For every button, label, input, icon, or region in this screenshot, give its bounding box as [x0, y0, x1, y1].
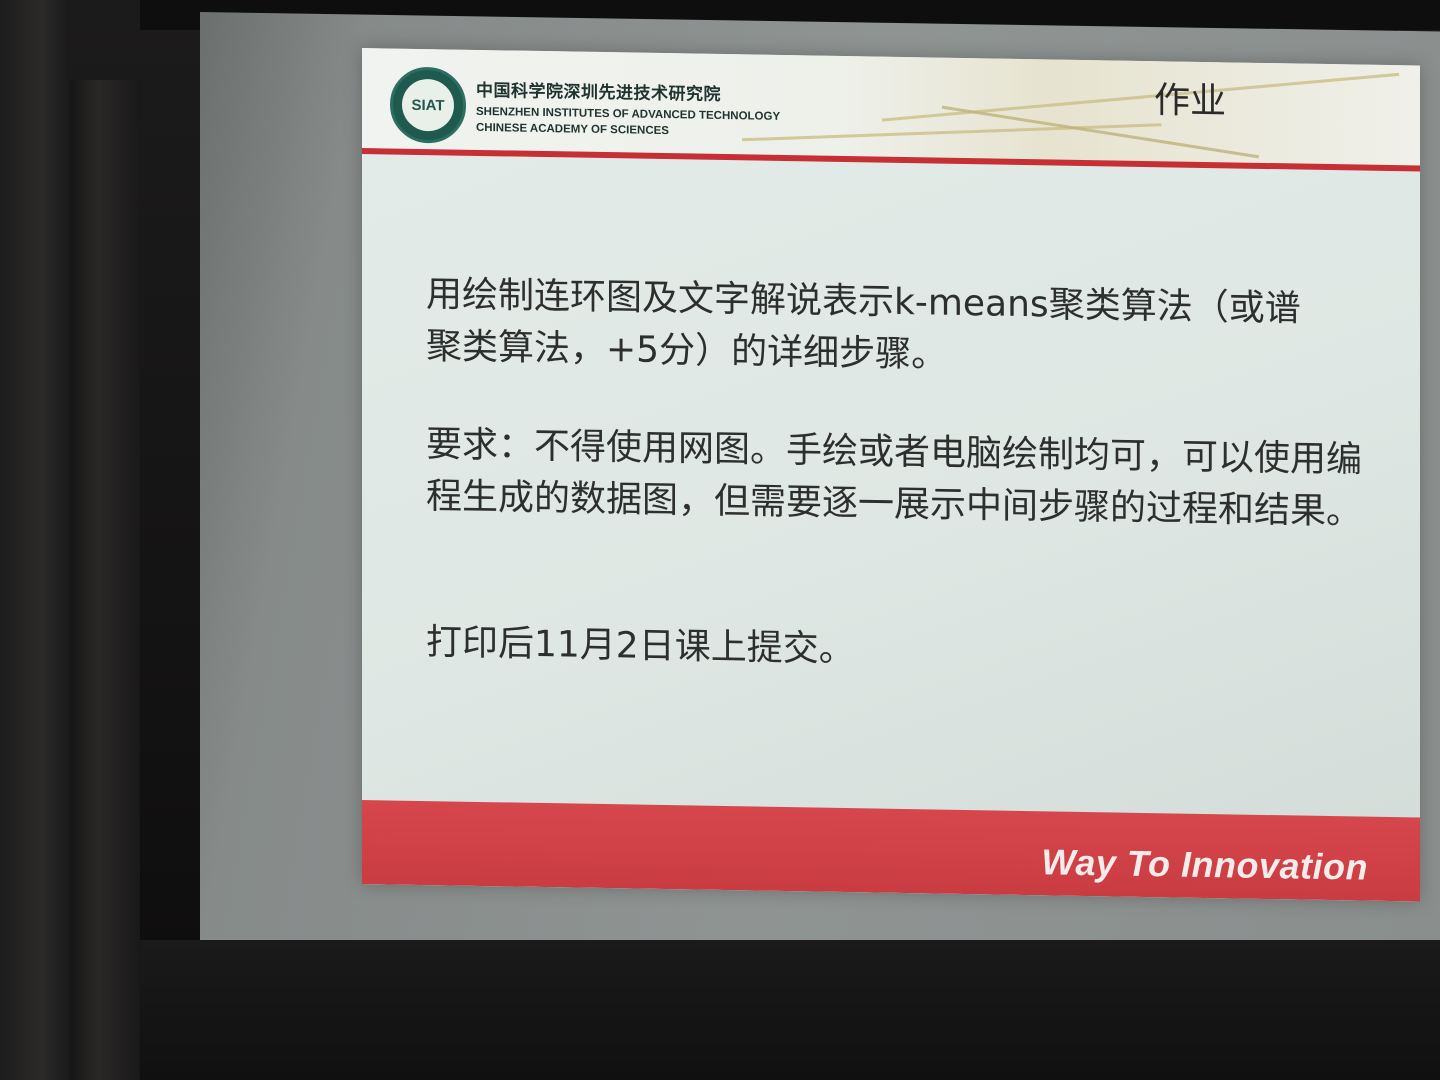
footer-slogan: Way To Innovation — [1041, 841, 1368, 888]
footer-band: Way To Innovation — [362, 800, 1420, 902]
siat-logo: SIAT — [390, 66, 466, 144]
org-name-chinese: 中国科学院深圳先进技术研究院 — [476, 80, 721, 105]
wall-edge — [0, 0, 70, 1080]
slide-header: SIAT 中国科学院深圳先进技术研究院 SHENZHEN INSTITUTES … — [362, 48, 1420, 172]
org-name-english-line1: SHENZHEN INSTITUTES OF ADVANCED TECHNOLO… — [476, 105, 781, 123]
header-decoration — [881, 72, 1400, 122]
room-floor-shadow — [140, 940, 1440, 1080]
requirements-paragraph: 要求：不得使用网图。手绘或者电脑绘制均可，可以使用编程生成的数据图，但需要逐一展… — [426, 424, 1363, 533]
slide-title: 作业 — [1154, 80, 1227, 123]
org-name-english-line2: CHINESE ACADEMY OF SCIENCES — [476, 121, 669, 138]
logo-inner: SIAT — [402, 78, 454, 132]
logo-text: SIAT — [411, 96, 445, 114]
submission-paragraph: 打印后11月2日课上提交。 — [426, 622, 855, 671]
projected-slide: SIAT 中国科学院深圳先进技术研究院 SHENZHEN INSTITUTES … — [362, 48, 1420, 902]
door-frame — [70, 80, 140, 1080]
assignment-paragraph: 用绘制连环图及文字解说表示k-means聚类算法（或谱聚类算法，+5分）的详细步… — [426, 274, 1301, 376]
